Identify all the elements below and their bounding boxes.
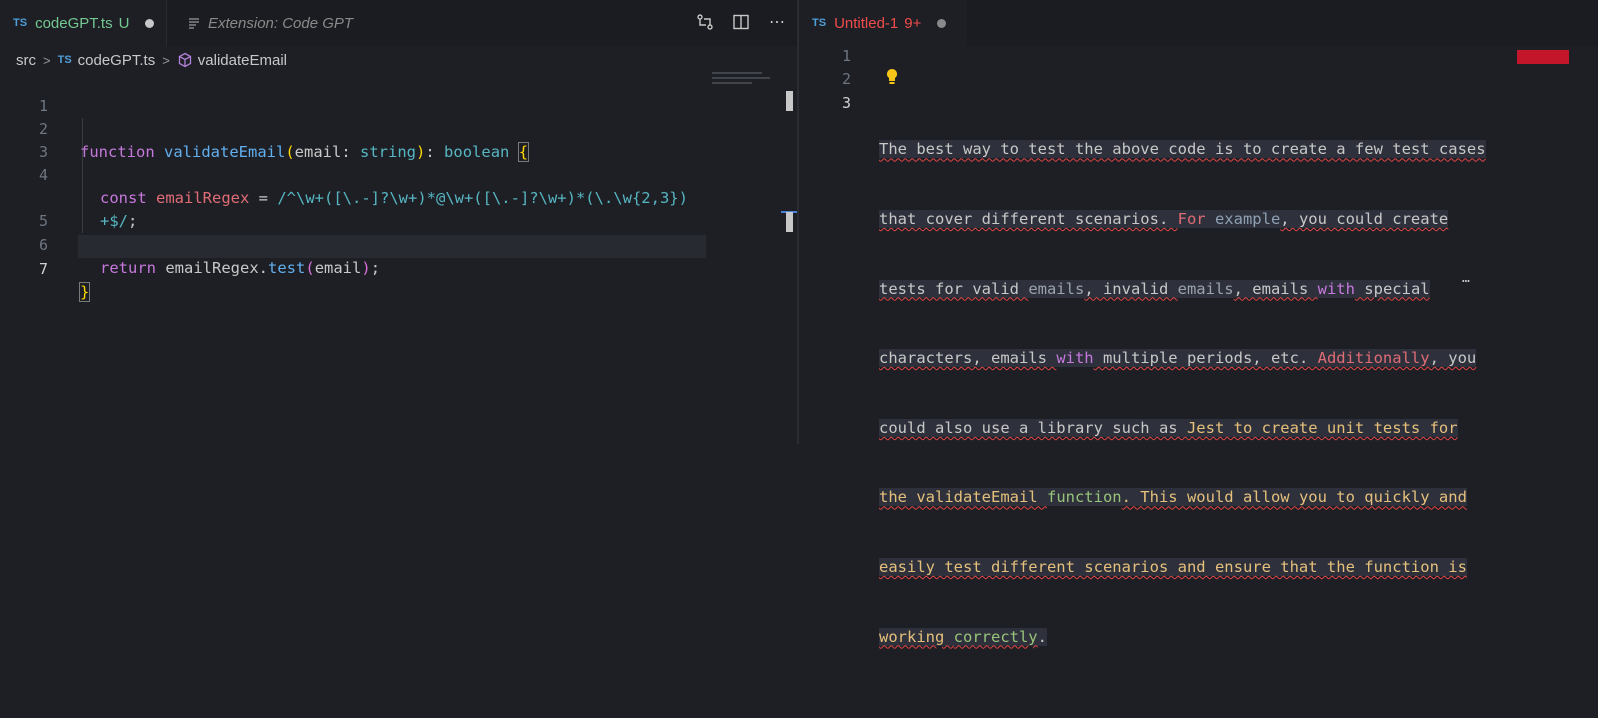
code-editor-left[interactable]: 1 2 function validateEmail(email: string… [0, 72, 797, 444]
variable: emailRegex [156, 189, 250, 207]
ghost-text-suggestion: The best way to test the above code is t… [879, 92, 1487, 718]
argument: email [314, 259, 362, 277]
right-editor-pane: TS Untitled-1 9+ 1 2 3 The best way to t… [799, 0, 1598, 646]
code-line-7: } [78, 281, 91, 304]
matching-brace: } [78, 282, 91, 302]
scrollbar-thumb[interactable] [786, 91, 793, 111]
prose-line: working correctly. [879, 627, 1047, 646]
minimap[interactable] [712, 72, 772, 94]
tab-label: Untitled-1 [834, 14, 899, 32]
breadcrumb-file[interactable]: codeGPT.ts [78, 52, 156, 69]
punctuation: . [258, 259, 269, 277]
tab-codegpt-ts[interactable]: TS codeGPT.ts U [0, 0, 167, 46]
left-editor-pane: TS codeGPT.ts U Extension: Code GPT ⋯ sr… [0, 0, 797, 444]
compare-changes-button[interactable] [696, 12, 714, 32]
tab-untitled-1[interactable]: TS Untitled-1 9+ [799, 0, 967, 46]
line-number: 1 [841, 47, 851, 65]
punctuation: : [341, 143, 361, 161]
unsaved-dot-icon[interactable] [937, 18, 947, 28]
paren: ( [305, 259, 315, 277]
more-actions-button[interactable]: ⋯ [768, 12, 786, 32]
param-name: email [294, 143, 342, 161]
lightbulb-icon[interactable] [885, 68, 899, 86]
more-icon: ⋯ [769, 14, 785, 31]
preview-icon [189, 18, 199, 29]
keyword: function [80, 143, 155, 161]
keyword: return [100, 259, 156, 277]
typescript-file-icon: TS [57, 54, 72, 66]
line-number: 2 [841, 70, 851, 88]
problem-count-badge: 9+ [904, 14, 922, 32]
breadcrumb-symbol[interactable]: validateEmail [198, 52, 287, 69]
prose-line: tests for valid emails, invalid emails, … [879, 279, 1430, 298]
error-overview-marker [1517, 50, 1569, 64]
split-editor-button[interactable] [732, 12, 750, 32]
type-name: string [360, 143, 417, 161]
compare-icon [697, 14, 713, 30]
method-cube-icon [178, 52, 191, 68]
function-name: validateEmail [164, 143, 286, 161]
line-number-active: 3 [841, 94, 851, 112]
code-line-2: function validateEmail(email: string): b… [80, 141, 530, 164]
punctuation: = [249, 189, 278, 207]
punctuation: ; [128, 212, 138, 230]
prose-line: the validateEmail function. This would a… [879, 488, 1467, 507]
chevron-right-icon: > [162, 52, 170, 68]
breadcrumb-folder[interactable]: src [16, 52, 36, 69]
left-tab-bar: TS codeGPT.ts U Extension: Code GPT ⋯ [0, 0, 797, 46]
line-number-active: 7 [38, 260, 48, 278]
code-line-4: const emailRegex = /^\w+([\.-]?\w+)*@\w+… [100, 187, 688, 210]
variable: emailRegex [165, 259, 259, 277]
editor-actions: ⋯ [696, 12, 786, 32]
typescript-file-icon: TS [812, 17, 827, 29]
split-editor-icon [733, 14, 749, 30]
method-name: test [268, 259, 306, 277]
punctuation: : [425, 143, 445, 161]
chevron-right-icon: > [43, 52, 51, 68]
prose-line: characters, emails with multiple periods… [879, 349, 1477, 368]
regex-literal: /^\w+([\.-]?\w+)*@\w+([\.-]?\w+)*(\.\w{2… [277, 189, 688, 207]
scrollbar-thumb[interactable] [786, 212, 793, 232]
untracked-badge: U [118, 14, 130, 32]
tab-label: codeGPT.ts [35, 14, 113, 32]
unsaved-dot-icon[interactable] [145, 18, 155, 28]
paren: ) [416, 143, 426, 161]
more-icon[interactable]: … [1462, 267, 1470, 290]
typescript-file-icon: TS [13, 17, 28, 29]
matching-brace: { [517, 142, 530, 162]
indent-guide [82, 118, 83, 233]
tab-label: Extension: Code GPT [208, 14, 354, 32]
prose-line: could also use a library such as Jest to… [879, 418, 1458, 437]
breadcrumb: src > TS codeGPT.ts > validateEmail [16, 50, 287, 70]
paren: ( [285, 143, 295, 161]
regex-literal: +$/ [100, 212, 128, 230]
prose-line: that cover different scenarios. For exam… [879, 210, 1449, 228]
current-line-highlight [78, 235, 706, 258]
tab-extension-code-gpt[interactable]: Extension: Code GPT [172, 0, 372, 46]
code-line-4-wrap: +$/; [100, 210, 137, 233]
punctuation: ; [370, 259, 381, 277]
code-line-6: return emailRegex.test(email); [100, 257, 380, 280]
prose-line: easily test different scenarios and ensu… [879, 557, 1467, 576]
right-tab-bar: TS Untitled-1 9+ [799, 0, 1598, 46]
type-name: boolean [444, 143, 510, 161]
paren: ) [361, 259, 371, 277]
keyword: const [100, 189, 147, 207]
prose-line: The best way to test the above code is t… [879, 140, 1486, 159]
